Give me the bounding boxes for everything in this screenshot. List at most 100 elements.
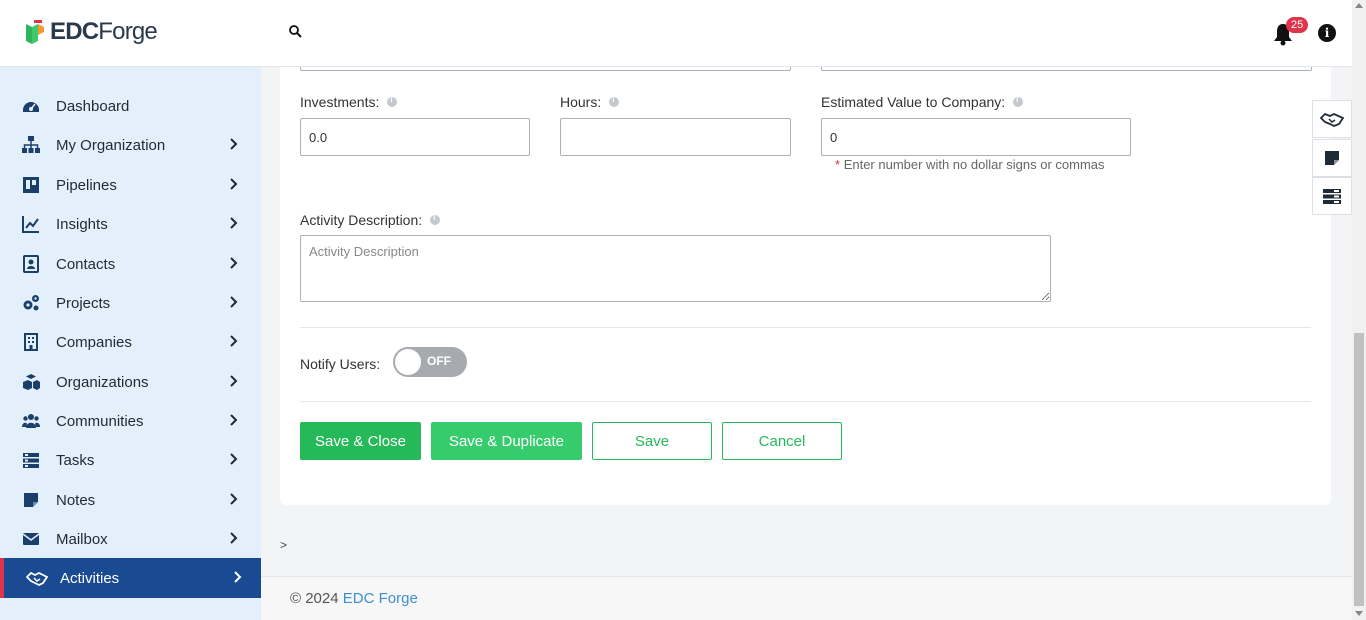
sidebar-item-label: Dashboard (56, 97, 130, 115)
chevron-right-icon (230, 493, 238, 505)
scrollbar-thumb[interactable] (1354, 333, 1364, 606)
sidebar-item-notes[interactable]: Notes (0, 480, 261, 520)
handshake-icon (26, 571, 48, 587)
sidebar-item-label: Organizations (56, 373, 149, 391)
notify-users-toggle[interactable]: OFF (393, 347, 467, 377)
save-and-duplicate-button[interactable]: Save & Duplicate (431, 422, 582, 460)
activity-description-textarea[interactable] (300, 235, 1051, 302)
chevron-right-icon (230, 335, 238, 347)
footer: © 2024 EDC Forge (261, 576, 1352, 620)
footer-brand-link[interactable]: EDC Forge (343, 590, 418, 607)
save-and-close-button[interactable]: Save & Close (300, 422, 421, 460)
sidebar-item-label: Activities (60, 569, 120, 587)
tasks-shortcut-button[interactable] (1312, 177, 1352, 215)
required-star: * (835, 157, 841, 172)
notify-users-label-text: Notify Users: (300, 356, 381, 372)
investments-input[interactable] (300, 118, 530, 156)
info-icon[interactable] (609, 95, 620, 107)
sidebar-item-communities[interactable]: Communities (0, 401, 261, 441)
org-chart-icon (22, 136, 40, 153)
chevron-right-icon (230, 178, 238, 190)
scroll-down-arrow-icon[interactable] (1355, 611, 1363, 616)
toggle-state-label: OFF (427, 354, 451, 368)
sidebar-item-projects[interactable]: Projects (0, 283, 261, 323)
footer-copyright-text: © 2024 (290, 590, 343, 607)
building-icon (24, 333, 38, 351)
chevron-right-icon (230, 217, 238, 229)
pipeline-board-icon (23, 177, 39, 193)
sidebar-item-organizations[interactable]: Organizations (0, 362, 261, 402)
logo-text-bold: EDC (50, 18, 99, 45)
sidebar-item-dashboard[interactable]: Dashboard (0, 86, 261, 126)
sidebar-item-insights[interactable]: Insights (0, 204, 261, 244)
contact-card-icon (23, 255, 39, 273)
sidebar-item-label: Insights (56, 215, 108, 233)
chevron-right-icon (230, 414, 238, 426)
line-chart-icon (22, 216, 39, 233)
chevron-right-icon (230, 296, 238, 308)
note-icon (24, 493, 38, 507)
info-icon[interactable] (387, 95, 398, 107)
cubes-icon (23, 374, 40, 390)
estimated-value-label-text: Estimated Value to Company: (821, 94, 1006, 110)
chevron-right-icon (230, 453, 238, 465)
notes-shortcut-button[interactable] (1312, 139, 1352, 177)
save-button[interactable]: Save (592, 422, 712, 460)
logo-text: EDCForge (50, 18, 158, 46)
info-icon[interactable]: i (1318, 24, 1336, 42)
notify-users-label: Notify Users: (300, 356, 380, 372)
breadcrumb: > (280, 538, 288, 552)
sidebar-item-label: Projects (56, 294, 111, 312)
sidebar-item-label: Pipelines (56, 176, 117, 194)
chevron-right-icon (230, 532, 238, 544)
chevron-right-icon (230, 257, 238, 269)
logo-mark-icon (26, 20, 44, 44)
note-icon (1325, 151, 1339, 165)
sidebar-item-my-organization[interactable]: My Organization (0, 125, 261, 165)
dashboard-icon (23, 102, 39, 112)
sidebar-item-activities[interactable]: Activities (0, 558, 261, 598)
logo[interactable]: EDCForge (24, 18, 158, 46)
handshake-icon (1320, 112, 1344, 127)
estimated-value-hint: * Enter number with no dollar signs or c… (835, 157, 1105, 172)
cancel-button[interactable]: Cancel (722, 422, 842, 460)
sidebar-item-companies[interactable]: Companies (0, 322, 261, 362)
hours-label-text: Hours: (560, 94, 602, 110)
activity-description-label-text: Activity Description: (300, 212, 423, 228)
chevron-right-icon (234, 571, 242, 583)
sidebar-item-contacts[interactable]: Contacts (0, 244, 261, 284)
estimated-value-label: Estimated Value to Company: (821, 94, 1024, 110)
envelope-icon (22, 533, 40, 545)
info-icon[interactable] (430, 213, 441, 225)
activities-shortcut-button[interactable] (1312, 100, 1352, 138)
logo-text-light: Forge (98, 18, 157, 45)
investments-label: Investments: (300, 94, 398, 110)
tasks-icon (1323, 189, 1341, 204)
scrollbar[interactable] (1352, 0, 1366, 620)
footer-copyright: © 2024 EDC Forge (290, 590, 418, 607)
sidebar-item-tasks[interactable]: Tasks (0, 440, 261, 480)
top-header: EDCForge 25 i (0, 0, 1352, 67)
scroll-up-arrow-icon[interactable] (1355, 3, 1363, 8)
gears-icon (23, 295, 39, 311)
activity-form-card: Investments: Hours: Estimated Value to C… (280, 67, 1331, 505)
info-icon[interactable] (1013, 95, 1024, 107)
estimated-value-hint-text: Enter number with no dollar signs or com… (843, 157, 1105, 172)
previous-field-left-bottom (300, 67, 791, 71)
sidebar-item-label: Mailbox (56, 530, 108, 548)
sidebar-item-label: My Organization (56, 136, 166, 154)
activity-description-label: Activity Description: (300, 212, 441, 228)
sidebar-item-label: Notes (56, 491, 96, 509)
sidebar-item-pipelines[interactable]: Pipelines (0, 165, 261, 205)
sidebar-item-label: Companies (56, 333, 132, 351)
sidebar-item-label: Communities (56, 412, 144, 430)
sidebar-item-mailbox[interactable]: Mailbox (0, 519, 261, 559)
sidebar-item-label: Tasks (56, 451, 95, 469)
tasks-icon (23, 453, 39, 468)
estimated-value-input[interactable] (821, 118, 1131, 156)
toggle-knob (395, 349, 421, 375)
chevron-right-icon (230, 375, 238, 387)
search-icon[interactable] (288, 24, 304, 40)
hours-input[interactable] (560, 118, 791, 156)
chevron-right-icon (230, 138, 238, 150)
